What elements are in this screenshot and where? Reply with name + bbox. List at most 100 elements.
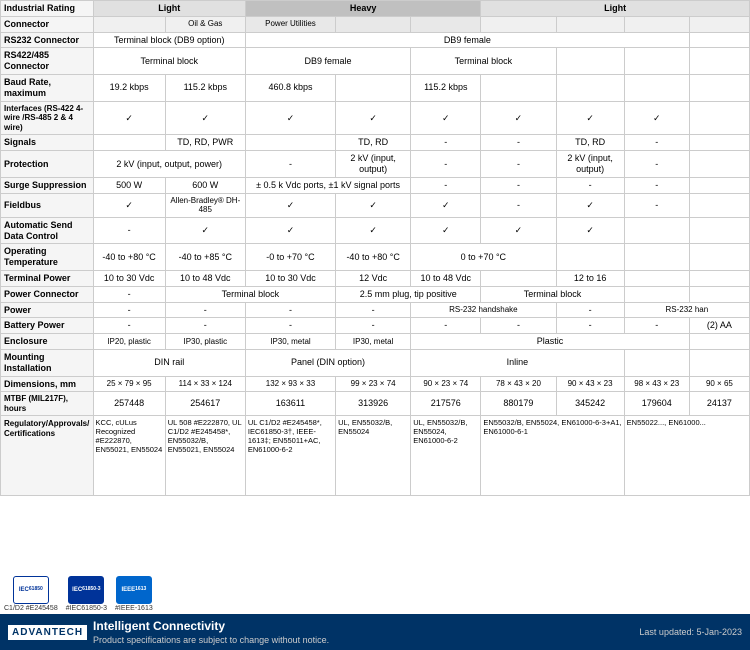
cell bbox=[689, 151, 749, 178]
cell: DB9 female bbox=[245, 48, 410, 75]
cell bbox=[689, 193, 749, 217]
cell: - bbox=[93, 302, 165, 318]
cell: 10 to 30 Vdc bbox=[245, 270, 335, 286]
table-row: Power - - - - RS-232 handshake - RS-232 … bbox=[1, 302, 750, 318]
footer: ADVANTECH Intelligent Connectivity Produ… bbox=[0, 614, 750, 650]
cert-label-2: #IEC61850-3 bbox=[66, 605, 107, 612]
cell: 132 × 93 × 33 bbox=[245, 376, 335, 392]
cell bbox=[689, 135, 749, 151]
cell: 115.2 kbps bbox=[411, 74, 481, 101]
cell: 25 × 79 × 95 bbox=[93, 376, 165, 392]
cell: ✓ bbox=[556, 193, 624, 217]
cell: - bbox=[624, 193, 689, 217]
cell: - bbox=[336, 318, 411, 334]
row-label: Protection bbox=[1, 151, 94, 178]
col-power: Power Utilities bbox=[245, 16, 335, 32]
cell: ✓ bbox=[93, 101, 165, 135]
cell: 179604 bbox=[624, 392, 689, 416]
cell bbox=[689, 334, 749, 350]
main-container: Industrial Rating Light Heavy Light Conn… bbox=[0, 0, 750, 650]
cell: - bbox=[411, 151, 481, 178]
row-label: MTBF (MIL217F), hours bbox=[1, 392, 94, 416]
cell: ✓ bbox=[165, 101, 245, 135]
cell bbox=[481, 74, 556, 101]
cell: 163611 bbox=[245, 392, 335, 416]
cell: - bbox=[556, 302, 624, 318]
cell: UL, EN55032/B, EN55024, EN61000-6-2 bbox=[411, 416, 481, 496]
cell: DIN rail bbox=[93, 349, 245, 376]
cell bbox=[689, 217, 749, 244]
cell: - bbox=[245, 302, 335, 318]
table-row: RS422/485 Connector Terminal block DB9 f… bbox=[1, 48, 750, 75]
cell: Plastic bbox=[411, 334, 690, 350]
cell: ✓ bbox=[93, 193, 165, 217]
cell: - bbox=[93, 318, 165, 334]
cell: - bbox=[556, 177, 624, 193]
cell bbox=[689, 48, 749, 75]
cert-item-iec: IEC 61850-3 #IEC61850-3 bbox=[66, 576, 107, 612]
cell bbox=[689, 270, 749, 286]
cell: IP30, metal bbox=[336, 334, 411, 350]
row-label: Power Connector bbox=[1, 286, 94, 302]
cell: EN55032/B, EN55024, EN61000-6-3+A1, EN61… bbox=[481, 416, 624, 496]
cell bbox=[556, 244, 624, 271]
footer-brand: ADVANTECH Intelligent Connectivity Produ… bbox=[8, 619, 329, 645]
footer-left: Intelligent Connectivity Product specifi… bbox=[93, 619, 329, 645]
cell: ✓ bbox=[624, 101, 689, 135]
cell: 2.5 mm plug, tip positive bbox=[336, 286, 481, 302]
row-label: Mounting Installation bbox=[1, 349, 94, 376]
iec-ul-logo: IEC 61850 bbox=[13, 576, 49, 604]
cell: - bbox=[481, 135, 556, 151]
cell: - bbox=[624, 177, 689, 193]
table-row: Surge Suppression 500 W 600 W ± 0.5 k Vd… bbox=[1, 177, 750, 193]
table-row: Fieldbus ✓ Allen-Bradley® DH-485 ✓ ✓ ✓ -… bbox=[1, 193, 750, 217]
cell: Allen-Bradley® DH-485 bbox=[165, 193, 245, 217]
cell bbox=[624, 48, 689, 75]
cell: -40 to +85 °C bbox=[165, 244, 245, 271]
cell: - bbox=[245, 318, 335, 334]
advantech-logo: ADVANTECH bbox=[8, 625, 87, 640]
cell bbox=[481, 270, 556, 286]
footer-updated: Last updated: 5-Jan-2023 bbox=[639, 627, 742, 637]
cert-logos-row: IEC 61850 C1/D2 #E245458 IEC 61850-3 #IE… bbox=[0, 572, 750, 614]
row-label: Enclosure bbox=[1, 334, 94, 350]
cell: Terminal block bbox=[481, 286, 624, 302]
cell bbox=[689, 177, 749, 193]
cell: - bbox=[624, 135, 689, 151]
cell: - bbox=[481, 318, 556, 334]
col-standard bbox=[93, 16, 165, 32]
cell: - bbox=[93, 217, 165, 244]
cell: - bbox=[481, 177, 556, 193]
row-label: Signals bbox=[1, 135, 94, 151]
table-row: MTBF (MIL217F), hours 257448 254617 1636… bbox=[1, 392, 750, 416]
cell: Terminal block (DB9 option) bbox=[93, 32, 245, 48]
col-l4 bbox=[689, 16, 749, 32]
cell: - bbox=[556, 318, 624, 334]
row-label: Operating Temperature bbox=[1, 244, 94, 271]
cell: TD, RD bbox=[556, 135, 624, 151]
row-label: Power bbox=[1, 302, 94, 318]
cell: ✓ bbox=[245, 217, 335, 244]
cell: ✓ bbox=[481, 217, 556, 244]
table-row: RS232 Connector Terminal block (DB9 opti… bbox=[1, 32, 750, 48]
cell: 90 × 23 × 74 bbox=[411, 376, 481, 392]
col-h2 bbox=[336, 16, 411, 32]
cert-label-1: C1/D2 #E245458 bbox=[4, 605, 58, 612]
cell: ✓ bbox=[336, 193, 411, 217]
cell: 10 to 48 Vdc bbox=[165, 270, 245, 286]
cell: - bbox=[411, 318, 481, 334]
cell: - bbox=[411, 135, 481, 151]
table-row: Terminal Power 10 to 30 Vdc 10 to 48 Vdc… bbox=[1, 270, 750, 286]
cell: 2 kV (input, output) bbox=[336, 151, 411, 178]
cell: IP30, plastic bbox=[165, 334, 245, 350]
cell: RS-232 handshake bbox=[411, 302, 556, 318]
cell: 12 Vdc bbox=[336, 270, 411, 286]
cell bbox=[689, 101, 749, 135]
cell bbox=[624, 74, 689, 101]
row-label: Terminal Power bbox=[1, 270, 94, 286]
col-l2 bbox=[556, 16, 624, 32]
row-label: Fieldbus bbox=[1, 193, 94, 217]
cell: 10 to 48 Vdc bbox=[411, 270, 481, 286]
specs-table: Industrial Rating Light Heavy Light Conn… bbox=[0, 0, 750, 496]
light-header-2: Light bbox=[481, 1, 750, 17]
